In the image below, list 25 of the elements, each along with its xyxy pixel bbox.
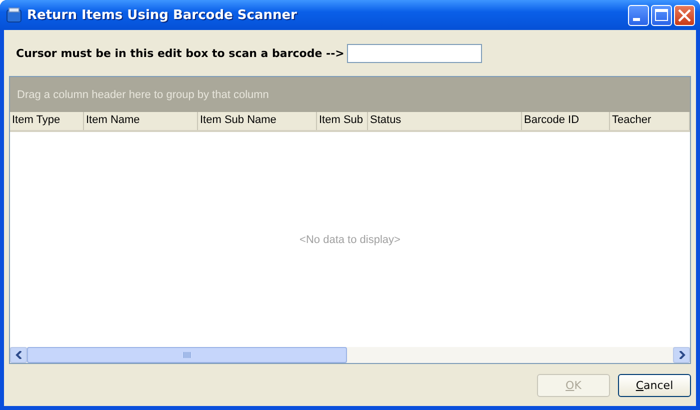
- grip-icon: [183, 352, 191, 358]
- column-header[interactable]: Barcode ID: [522, 112, 610, 130]
- column-header[interactable]: Item Name: [84, 112, 198, 130]
- app-icon: [6, 7, 22, 23]
- column-header[interactable]: Teacher: [610, 112, 690, 130]
- scroll-right-button[interactable]: [673, 347, 690, 363]
- dialog-button[interactable]: Cancel: [618, 374, 691, 396]
- group-hint: Drag a column header here to group by that column: [17, 88, 269, 100]
- barcode-input-field[interactable]: [347, 44, 482, 62]
- maximize-icon: [655, 8, 668, 20]
- horizontal-scrollbar[interactable]: [10, 347, 690, 363]
- window-title: Return Items Using Barcode Scanner: [27, 8, 298, 22]
- close-icon: [678, 8, 691, 22]
- column-header[interactable]: Item Sub: [317, 112, 368, 130]
- column-header[interactable]: Item Type: [10, 112, 84, 130]
- column-header[interactable]: Status: [368, 112, 522, 130]
- scan-instruction: Cursor must be in this edit box to scan a barcode -->: [15, 46, 346, 60]
- minimize-icon: [633, 18, 640, 20]
- minimize-button[interactable]: [628, 4, 649, 26]
- empty-message: <No data to display>: [300, 234, 400, 246]
- column-header[interactable]: Item Sub Name: [198, 112, 317, 130]
- scroll-left-button[interactable]: [10, 347, 27, 363]
- scroll-thumb[interactable]: [27, 347, 347, 363]
- close-button[interactable]: [674, 4, 695, 26]
- maximize-button[interactable]: [651, 4, 672, 26]
